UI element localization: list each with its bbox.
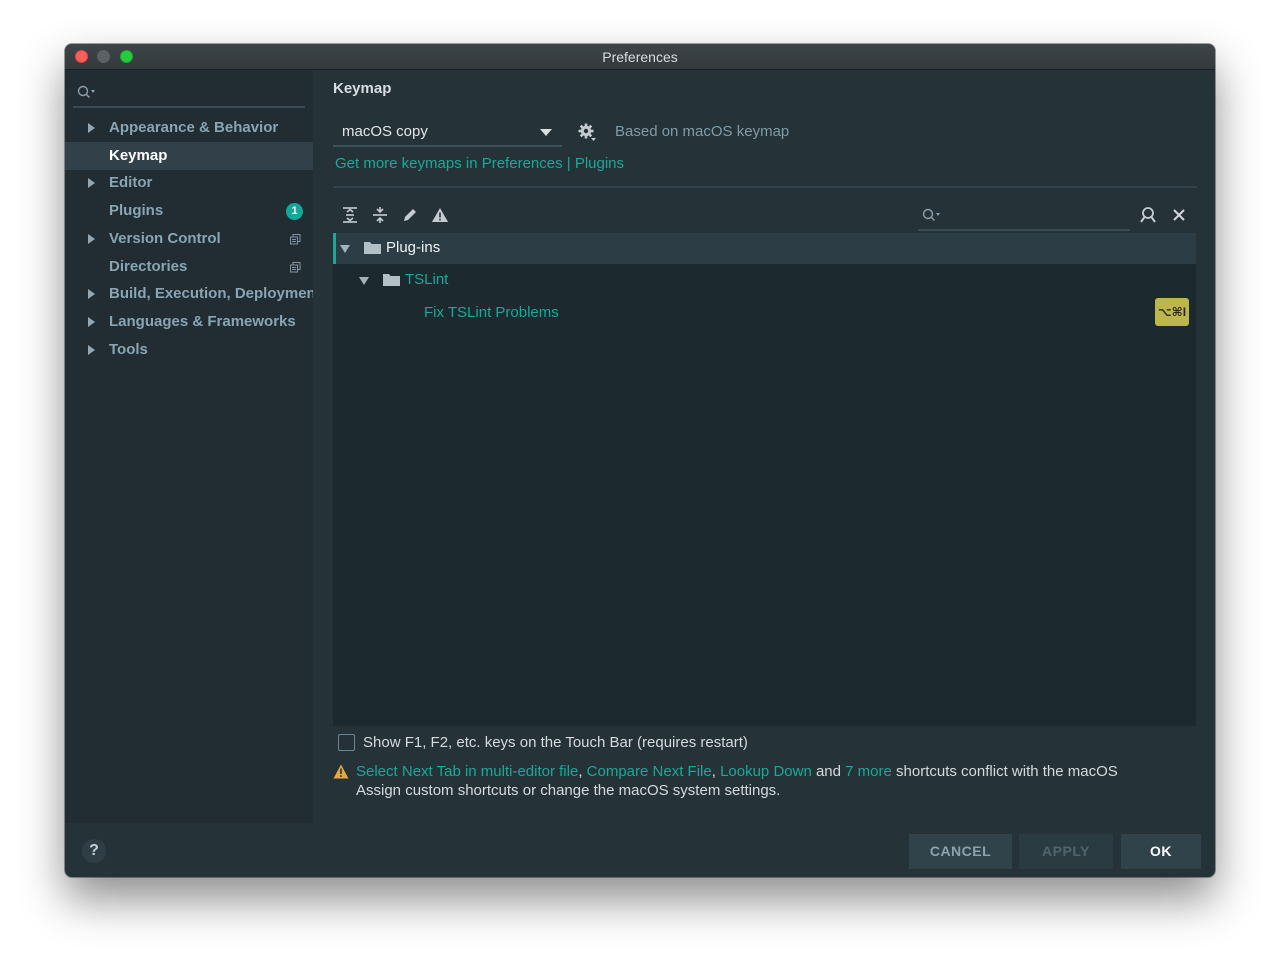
close-icon[interactable]: [1172, 208, 1186, 222]
settings-sidebar: Appearance & Behavior Keymap Editor Plug…: [65, 70, 313, 823]
warning-icon[interactable]: [431, 206, 449, 224]
tree-row-tslint[interactable]: TSLint: [333, 265, 1196, 296]
conflict-tail-text: shortcuts conflict with the macOS: [891, 763, 1118, 780]
keymap-dropdown[interactable]: macOS copy: [333, 118, 562, 147]
conflict-advice: Assign custom shortcuts or change the ma…: [356, 782, 781, 799]
folder-icon: [383, 274, 400, 286]
search-icon: [922, 208, 940, 221]
tree-row-plug-ins[interactable]: Plug-ins: [333, 233, 1196, 264]
title-bar: Preferences: [65, 44, 1215, 70]
conflict-link-more[interactable]: 7 more: [845, 763, 892, 780]
tree-row-fix-tslint-problems[interactable]: Fix TSLint Problems: [333, 298, 1196, 329]
help-button[interactable]: ?: [82, 839, 106, 863]
search-icon: [77, 85, 95, 98]
folder-icon: [364, 242, 381, 254]
conflict-link-select-next-tab[interactable]: Select Next Tab in multi-editor file: [356, 763, 578, 780]
conflict-link-compare-next-file[interactable]: Compare Next File: [587, 763, 712, 780]
plugins-link[interactable]: Plugins: [575, 155, 624, 172]
chevron-right-icon: [88, 345, 95, 355]
sidebar-item-keymap[interactable]: Keymap: [65, 142, 313, 170]
settings-search-input[interactable]: [73, 80, 305, 108]
find-by-shortcut-icon[interactable]: [1139, 206, 1157, 224]
ok-button[interactable]: OK: [1121, 834, 1201, 869]
collapse-all-icon[interactable]: [371, 206, 389, 224]
window-title: Preferences: [602, 49, 678, 65]
keymap-tree: Plug-ins TSLint Fix TSLint Problems ⌥⌘I: [333, 233, 1196, 726]
based-on-text: Based on macOS keymap: [615, 123, 790, 140]
sidebar-item-editor[interactable]: Editor: [65, 169, 313, 197]
plugins-update-badge: 1: [286, 203, 303, 220]
preferences-window: Preferences Appearance & Behavior Keymap…: [65, 44, 1215, 877]
touchbar-checkbox-label[interactable]: Show F1, F2, etc. keys on the Touch Bar …: [363, 734, 748, 751]
conflict-separator: ,: [578, 763, 587, 780]
edit-icon[interactable]: [401, 206, 419, 224]
tree-action-label: Fix TSLint Problems: [424, 304, 559, 321]
sidebar-item-build-execution-deployment[interactable]: Build, Execution, Deployment: [65, 280, 313, 308]
chevron-right-icon: [88, 123, 95, 133]
apply-button[interactable]: APPLY: [1019, 834, 1113, 869]
sidebar-item-languages-frameworks[interactable]: Languages & Frameworks: [65, 308, 313, 336]
tree-node-label: TSLint: [405, 271, 449, 288]
conflict-message: Select Next Tab in multi-editor file, Co…: [356, 763, 1118, 780]
chevron-right-icon: [88, 289, 95, 299]
warning-icon: [333, 764, 349, 779]
conflict-link-lookup-down[interactable]: Lookup Down: [720, 763, 812, 780]
touchbar-checkbox[interactable]: [338, 734, 355, 751]
chevron-down-icon[interactable]: [359, 277, 369, 285]
shortcut-badge[interactable]: ⌥⌘I: [1155, 298, 1189, 326]
chevron-right-icon: [88, 234, 95, 244]
sidebar-item-plugins[interactable]: Plugins 1: [65, 197, 313, 225]
conflict-and-text: and: [811, 763, 846, 780]
shortcut-search-input[interactable]: [918, 203, 1130, 231]
link-separator: |: [562, 155, 575, 172]
cancel-button[interactable]: CANCEL: [909, 834, 1012, 869]
tree-node-label: Plug-ins: [386, 239, 441, 256]
page-title: Keymap: [333, 80, 392, 97]
chevron-right-icon: [88, 178, 95, 188]
keymap-dropdown-value: macOS copy: [342, 123, 428, 140]
chevron-down-icon: [540, 129, 552, 136]
sidebar-item-version-control[interactable]: Version Control: [65, 225, 313, 253]
get-more-keymaps: Get more keymaps in Preferences | Plugin…: [335, 155, 624, 172]
sidebar-item-tools[interactable]: Tools: [65, 336, 313, 364]
divider: [333, 186, 1197, 188]
copy-icon: [290, 234, 301, 245]
gear-icon[interactable]: [577, 122, 597, 142]
copy-icon: [290, 262, 301, 273]
sidebar-item-appearance-behavior[interactable]: Appearance & Behavior: [65, 114, 313, 142]
chevron-right-icon: [88, 317, 95, 327]
expand-all-icon[interactable]: [341, 206, 359, 224]
chevron-down-icon[interactable]: [340, 245, 350, 253]
get-more-keymaps-link[interactable]: Get more keymaps in Preferences: [335, 155, 563, 172]
sidebar-item-directories[interactable]: Directories: [65, 253, 313, 281]
conflict-separator: ,: [711, 763, 721, 780]
